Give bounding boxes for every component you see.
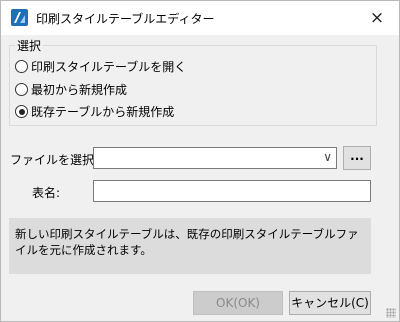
radio-new-from-existing-label: 既存テーブルから新規作成 — [31, 105, 175, 119]
radio-indicator-selected[interactable] — [15, 105, 28, 118]
file-select-dropdown[interactable]: ∨ — [93, 147, 337, 169]
close-button[interactable]: × — [355, 1, 399, 35]
app-logo-icon — [11, 9, 28, 26]
file-select-label: ファイルを選択: — [10, 153, 99, 167]
radio-open-table-label: 印刷スタイルテーブルを開く — [31, 60, 187, 74]
table-name-input[interactable] — [93, 180, 371, 202]
radio-indicator[interactable] — [15, 60, 28, 73]
title-bar: 印刷スタイルテーブルエディター × — [1, 1, 399, 35]
radio-new-from-existing[interactable]: 既存テーブルから新規作成 — [15, 103, 174, 121]
radio-indicator[interactable] — [15, 83, 28, 96]
info-message: 新しい印刷スタイルテーブルは、既存の印刷スタイルテーブルファイルを元に作成されま… — [9, 218, 371, 274]
print-style-table-editor-dialog: 印刷スタイルテーブルエディター × 選択 印刷スタイルテーブルを開く 最初から新… — [0, 0, 400, 322]
ok-button[interactable]: OK(OK) — [193, 291, 283, 315]
table-name-label: 表名: — [32, 186, 61, 200]
resize-grip-icon[interactable] — [386, 308, 396, 318]
chevron-down-icon[interactable]: ∨ — [323, 150, 332, 164]
selection-group-label: 選択 — [15, 37, 44, 54]
browse-button[interactable]: ... — [343, 146, 371, 170]
window-title: 印刷スタイルテーブルエディター — [36, 12, 215, 26]
cancel-button[interactable]: キャンセル(C) — [289, 291, 371, 315]
radio-new-from-scratch-label: 最初から新規作成 — [31, 83, 128, 97]
radio-new-from-scratch[interactable]: 最初から新規作成 — [15, 81, 127, 99]
radio-open-table[interactable]: 印刷スタイルテーブルを開く — [15, 58, 186, 76]
